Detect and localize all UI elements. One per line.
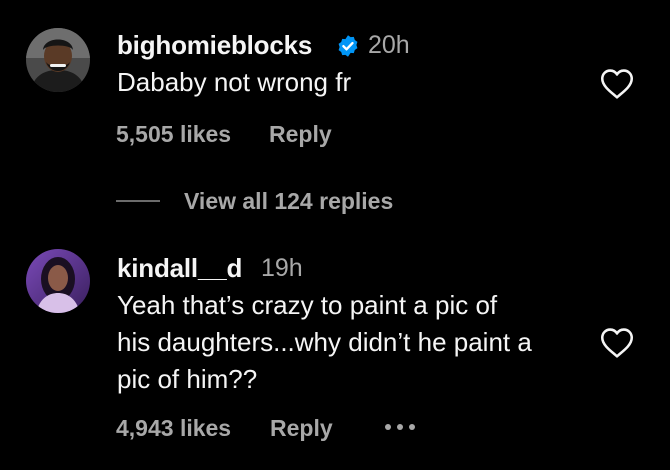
comment-text: Yeah that’s crazy to paint a pic of his … [117,287,532,398]
comment-text: Dababy not wrong fr [117,67,352,97]
heart-outline-icon[interactable] [600,68,634,100]
view-replies-button[interactable]: View all 124 replies [184,188,393,215]
verified-badge-icon [338,35,358,57]
avatar[interactable] [26,249,90,313]
comment-username[interactable]: kindall__d [117,253,242,284]
comment-text-line: his daughters...why didn’t he paint a [117,327,532,357]
comment-username[interactable]: bighomieblocks [117,30,312,61]
reply-button[interactable]: Reply [269,121,332,148]
replies-divider [116,200,160,202]
avatar[interactable] [26,28,90,92]
reply-button[interactable]: Reply [270,415,333,442]
heart-outline-icon[interactable] [600,327,634,359]
comment-text-line: pic of him?? [117,364,258,394]
comment-text-line: Yeah that’s crazy to paint a pic of [117,290,498,320]
more-horizontal-icon[interactable] [383,422,417,432]
like-count[interactable]: 5,505 likes [116,121,231,148]
like-count[interactable]: 4,943 likes [116,415,231,442]
comment-timestamp: 20h [368,31,410,59]
comment-timestamp: 19h [261,254,303,282]
